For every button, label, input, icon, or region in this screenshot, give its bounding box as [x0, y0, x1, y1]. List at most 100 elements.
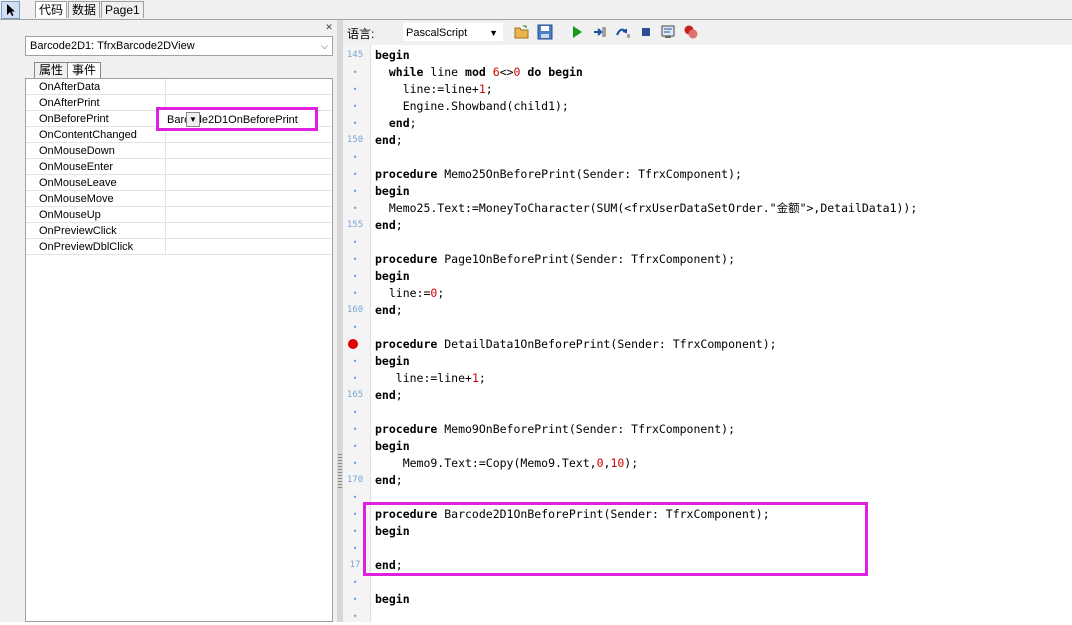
gutter-dot: •	[352, 578, 358, 587]
cursor-arrow-icon	[7, 4, 15, 16]
code-line[interactable]: begin	[375, 438, 410, 455]
code-line[interactable]: begin	[375, 183, 410, 200]
code-editor[interactable]: 145 • • • • 150 • • • • 155 • • • • 160 • • • 165 • • • • 170 • • •…	[343, 45, 1072, 622]
event-dropdown-button[interactable]: ▼	[186, 112, 200, 127]
code-line[interactable]: end;	[375, 115, 417, 132]
gutter-dot: •	[352, 595, 358, 604]
open-folder-icon[interactable]	[514, 24, 530, 40]
language-select[interactable]: PascalScript ▼	[403, 23, 503, 41]
code-line[interactable]: procedure Memo25OnBeforePrint(Sender: Tf…	[375, 166, 742, 183]
gutter-dot: •	[352, 272, 358, 281]
gutter-dot: •	[352, 238, 358, 247]
breakpoint-marker[interactable]	[348, 339, 358, 349]
gutter-dot: •	[352, 204, 358, 213]
gutter-dot: •	[352, 357, 358, 366]
gutter-dot: •	[352, 85, 358, 94]
chevron-down-icon: ▼	[489, 28, 498, 38]
event-row[interactable]: OnPreviewDblClick	[26, 239, 332, 255]
event-row[interactable]: OnMouseMove	[26, 191, 332, 207]
event-name: OnAfterPrint	[39, 97, 100, 109]
gutter-dot: •	[352, 153, 358, 162]
top-tab-bar: 代码 数据 Page1	[0, 0, 1072, 20]
event-name: OnMouseMove	[39, 193, 114, 205]
language-label: 语言:	[347, 27, 375, 41]
code-line[interactable]: Engine.Showband(child1);	[375, 98, 569, 115]
event-row[interactable]: OnMouseEnter	[26, 159, 332, 175]
gutter-dot: •	[352, 425, 358, 434]
step-over-icon[interactable]	[615, 24, 631, 40]
line-number: 145	[346, 50, 364, 60]
close-icon[interactable]: ✕	[322, 21, 336, 33]
code-line[interactable]: while line mod 6<>0 do begin	[375, 64, 583, 81]
code-line[interactable]: end;	[375, 387, 403, 404]
gutter-dot: •	[352, 459, 358, 468]
run-icon[interactable]	[569, 24, 585, 40]
event-name: OnPreviewClick	[39, 225, 117, 237]
chevron-down-icon: ⌵	[321, 41, 328, 51]
code-line[interactable]: Memo25.Text:=MoneyToCharacter(SUM(<frxUs…	[375, 200, 917, 217]
event-row[interactable]: OnMouseDown	[26, 143, 332, 159]
line-number: 155	[346, 220, 364, 230]
code-line[interactable]: line:=line+1;	[375, 81, 493, 98]
object-inspector: ✕ Barcode2D1: TfrxBarcode2DView ⌵ 属性 事件 …	[0, 20, 337, 622]
tab-events[interactable]: 事件	[67, 62, 102, 78]
event-row[interactable]: OnPreviewClick	[26, 223, 332, 239]
object-selector-value: Barcode2D1: TfrxBarcode2DView	[30, 40, 195, 52]
tab-data[interactable]: 数据	[68, 1, 101, 18]
editor-toolbar: 语言: PascalScript ▼	[343, 20, 1072, 45]
tab-page1[interactable]: Page1	[101, 1, 144, 18]
gutter-dot: •	[352, 187, 358, 196]
gutter-dot: •	[352, 289, 358, 298]
event-name: OnMouseLeave	[39, 177, 117, 189]
code-line[interactable]: begin	[375, 591, 410, 608]
code-line[interactable]: procedure Memo9OnBeforePrint(Sender: Tfr…	[375, 421, 735, 438]
event-name: OnAfterData	[39, 81, 101, 93]
code-line[interactable]: begin	[375, 353, 410, 370]
code-line[interactable]: end;	[375, 472, 403, 489]
code-line[interactable]: procedure DetailData1OnBeforePrint(Sende…	[375, 336, 777, 353]
gutter-dot: •	[352, 323, 358, 332]
object-selector[interactable]: Barcode2D1: TfrxBarcode2DView ⌵	[25, 36, 333, 56]
line-number: 150	[346, 135, 364, 145]
gutter-dot: •	[352, 408, 358, 417]
splitter-grip-icon	[338, 454, 342, 490]
gutter-dot: •	[352, 612, 358, 621]
gutter-dot: •	[352, 442, 358, 451]
event-name: OnContentChanged	[39, 129, 137, 141]
code-line[interactable]: procedure Page1OnBeforePrint(Sender: Tfr…	[375, 251, 735, 268]
gutter-dot: •	[352, 374, 358, 383]
save-icon[interactable]	[537, 24, 553, 40]
tab-properties[interactable]: 属性	[34, 62, 69, 78]
stop-icon[interactable]	[638, 24, 654, 40]
highlight-annotation-box	[363, 502, 868, 576]
line-number: 160	[346, 305, 364, 315]
line-number: 170	[346, 475, 364, 485]
event-row[interactable]: OnMouseLeave	[26, 175, 332, 191]
code-line[interactable]: begin	[375, 268, 410, 285]
gutter-dot: •	[352, 119, 358, 128]
evaluate-icon[interactable]	[660, 24, 676, 40]
gutter-dot: •	[352, 255, 358, 264]
event-name: OnPreviewDblClick	[39, 241, 134, 253]
pointer-tool-button[interactable]	[1, 1, 20, 19]
code-line[interactable]: Memo9.Text:=Copy(Memo9.Text,0,10);	[375, 455, 638, 472]
code-line[interactable]: end;	[375, 302, 403, 319]
code-line[interactable]: end;	[375, 132, 403, 149]
breakpoint-icon[interactable]	[683, 24, 699, 40]
gutter-dot: •	[352, 102, 358, 111]
code-line[interactable]: end;	[375, 217, 403, 234]
event-row[interactable]: OnAfterData	[26, 79, 332, 95]
code-line[interactable]: begin	[375, 47, 410, 64]
line-number: 165	[346, 390, 364, 400]
code-line[interactable]: line:=line+1;	[375, 370, 486, 387]
event-grid: OnAfterData OnAfterPrint OnBeforePrint O…	[25, 78, 333, 622]
tab-code[interactable]: 代码	[35, 1, 68, 18]
event-name: OnBeforePrint	[39, 113, 109, 125]
event-name: OnMouseEnter	[39, 161, 113, 173]
event-value-editor[interactable]: Barcode2D1OnBeforePrint	[156, 107, 318, 131]
event-row[interactable]: OnMouseUp	[26, 207, 332, 223]
event-name: OnMouseDown	[39, 145, 115, 157]
step-into-icon[interactable]	[592, 24, 608, 40]
code-line[interactable]: line:=0;	[375, 285, 444, 302]
language-select-value: PascalScript	[406, 27, 468, 39]
